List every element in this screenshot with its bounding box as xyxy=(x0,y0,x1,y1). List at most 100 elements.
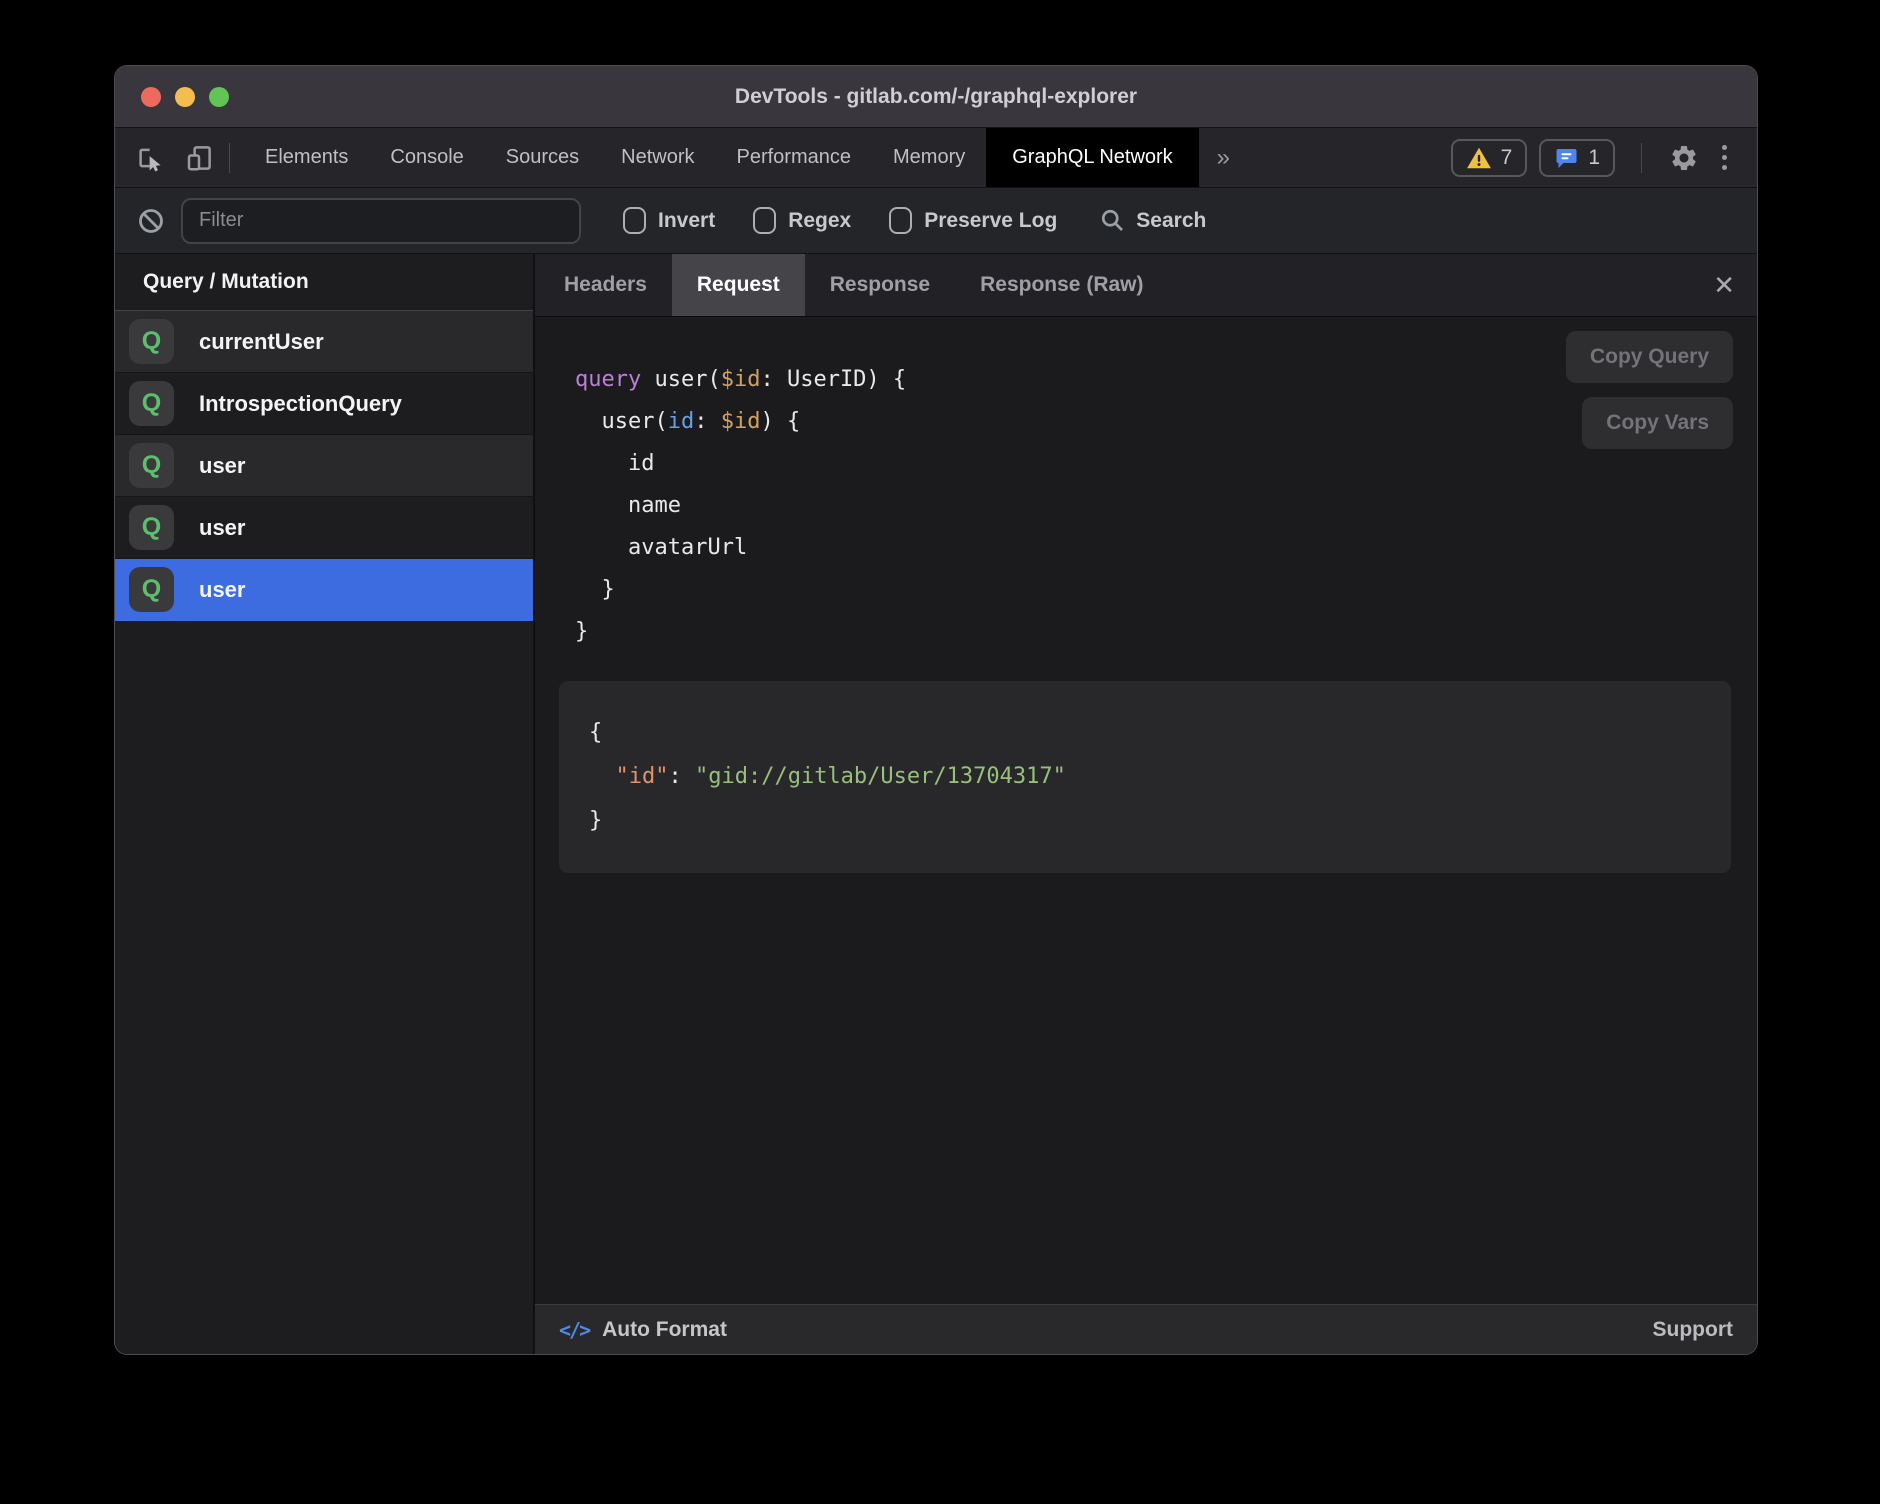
query-type-badge: Q xyxy=(129,567,174,612)
code-token: user( xyxy=(575,409,668,434)
code-token: : UserID) { xyxy=(760,367,906,392)
query-list-panel: Query / Mutation Q currentUser Q Introsp… xyxy=(115,254,535,1354)
tab-response[interactable]: Response xyxy=(805,254,955,316)
search-label: Search xyxy=(1136,209,1206,233)
query-list-header: Query / Mutation xyxy=(115,254,533,311)
inspect-element-icon[interactable] xyxy=(133,142,165,174)
query-list-item-currentuser[interactable]: Q currentUser xyxy=(115,311,533,373)
json-key: "id" xyxy=(616,764,669,789)
invert-label: Invert xyxy=(658,209,715,233)
tab-headers[interactable]: Headers xyxy=(539,254,672,316)
json-token: : xyxy=(668,764,695,789)
status-bar: </> Auto Format Support xyxy=(535,1304,1757,1354)
traffic-lights xyxy=(141,87,229,107)
code-token: avatarUrl xyxy=(575,535,747,560)
regex-checkbox[interactable]: Regex xyxy=(753,207,851,234)
query-list-item-user-1[interactable]: Q user xyxy=(115,435,533,497)
message-bubble-icon xyxy=(1554,146,1579,170)
query-type-badge: Q xyxy=(129,381,174,426)
query-item-label: IntrospectionQuery xyxy=(199,391,402,417)
device-toolbar-icon[interactable] xyxy=(183,142,215,174)
toolbar-separator xyxy=(229,143,230,173)
tab-elements[interactable]: Elements xyxy=(244,128,369,187)
filter-input[interactable] xyxy=(181,198,581,244)
code-token: ) { xyxy=(760,409,800,434)
more-options-icon[interactable] xyxy=(1712,145,1737,170)
tab-memory[interactable]: Memory xyxy=(872,128,986,187)
query-list-item-user-3-selected[interactable]: Q user xyxy=(115,559,533,621)
variables-json: { "id": "gid://gitlab/User/13704317" } xyxy=(589,711,1701,843)
code-token: id xyxy=(668,409,695,434)
json-token xyxy=(589,764,616,789)
invert-checkbox[interactable]: Invert xyxy=(623,207,715,234)
minimize-window-button[interactable] xyxy=(175,87,195,107)
tab-sources[interactable]: Sources xyxy=(485,128,600,187)
query-type-badge: Q xyxy=(129,443,174,488)
query-type-badge: Q xyxy=(129,505,174,550)
auto-format-button[interactable]: Auto Format xyxy=(602,1318,727,1342)
query-item-label: currentUser xyxy=(199,329,324,355)
close-window-button[interactable] xyxy=(141,87,161,107)
filter-options: Invert Regex Preserve Log xyxy=(623,207,1057,234)
json-token: } xyxy=(589,808,602,833)
issues-badge[interactable]: 1 xyxy=(1539,139,1615,177)
warning-icon xyxy=(1466,146,1492,170)
warnings-badge[interactable]: 7 xyxy=(1451,139,1528,177)
search-control[interactable]: Search xyxy=(1099,207,1206,234)
tab-graphql-network[interactable]: GraphQL Network xyxy=(986,128,1198,187)
copy-vars-button[interactable]: Copy Vars xyxy=(1582,397,1733,449)
warnings-count: 7 xyxy=(1501,146,1513,170)
support-link[interactable]: Support xyxy=(1653,1318,1733,1342)
tab-request[interactable]: Request xyxy=(672,254,805,316)
code-token: $id xyxy=(721,409,761,434)
variables-box: { "id": "gid://gitlab/User/13704317" } xyxy=(559,681,1731,873)
code-brackets-icon: </> xyxy=(559,1318,589,1342)
preserve-log-checkbox-box[interactable] xyxy=(889,207,912,234)
settings-gear-icon[interactable] xyxy=(1668,142,1700,174)
main-area: Query / Mutation Q currentUser Q Introsp… xyxy=(115,254,1757,1354)
query-list-item-introspectionquery[interactable]: Q IntrospectionQuery xyxy=(115,373,533,435)
regex-checkbox-box[interactable] xyxy=(753,207,776,234)
json-value: "gid://gitlab/User/13704317" xyxy=(695,764,1066,789)
tab-console[interactable]: Console xyxy=(369,128,484,187)
regex-label: Regex xyxy=(788,209,851,233)
copy-query-button[interactable]: Copy Query xyxy=(1566,331,1733,383)
request-detail-panel: Headers Request Response Response (Raw) … xyxy=(535,254,1757,1354)
devtools-window: DevTools - gitlab.com/-/graphql-explorer… xyxy=(115,66,1757,1354)
detail-tab-bar: Headers Request Response Response (Raw) … xyxy=(535,254,1757,317)
tab-bar-right-controls: 7 1 xyxy=(1451,139,1757,177)
code-token: user( xyxy=(641,367,720,392)
request-view: query user($id: UserID) { user(id: $id) … xyxy=(535,317,1757,1304)
code-token: $id xyxy=(721,367,761,392)
tab-response-raw[interactable]: Response (Raw) xyxy=(955,254,1168,316)
code-token: query xyxy=(575,367,641,392)
code-token: : xyxy=(694,409,721,434)
close-detail-icon[interactable]: ✕ xyxy=(1713,272,1735,298)
tab-performance[interactable]: Performance xyxy=(716,128,873,187)
devtools-tab-bar: Elements Console Sources Network Perform… xyxy=(115,128,1757,188)
preserve-log-label: Preserve Log xyxy=(924,209,1057,233)
code-token: id xyxy=(575,451,654,476)
code-token: } xyxy=(575,619,588,644)
zoom-window-button[interactable] xyxy=(209,87,229,107)
graphql-query-code: query user($id: UserID) { user(id: $id) … xyxy=(575,359,1731,653)
title-bar[interactable]: DevTools - gitlab.com/-/graphql-explorer xyxy=(115,66,1757,128)
issues-count: 1 xyxy=(1588,146,1600,170)
query-list-item-user-2[interactable]: Q user xyxy=(115,497,533,559)
controls-separator xyxy=(1641,143,1642,173)
code-token: name xyxy=(575,493,681,518)
query-item-label: user xyxy=(199,515,245,541)
more-tabs-chevron-icon[interactable]: » xyxy=(1199,144,1248,172)
tab-network[interactable]: Network xyxy=(600,128,715,187)
window-title: DevTools - gitlab.com/-/graphql-explorer xyxy=(115,85,1757,109)
invert-checkbox-box[interactable] xyxy=(623,207,646,234)
query-type-badge: Q xyxy=(129,319,174,364)
clear-block-icon[interactable] xyxy=(137,207,165,235)
query-item-label: user xyxy=(199,577,245,603)
preserve-log-checkbox[interactable]: Preserve Log xyxy=(889,207,1057,234)
json-token: { xyxy=(589,720,602,745)
query-item-label: user xyxy=(199,453,245,479)
search-icon xyxy=(1099,207,1126,234)
code-token: } xyxy=(575,577,615,602)
copy-buttons: Copy Query Copy Vars xyxy=(1566,331,1733,449)
